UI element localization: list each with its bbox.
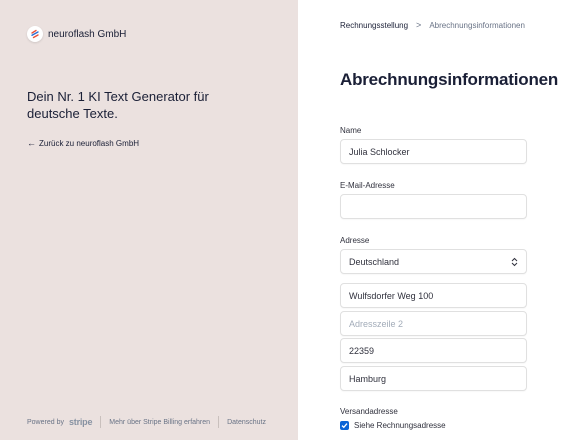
email-field[interactable] xyxy=(340,194,527,219)
company-name: neuroflash GmbH xyxy=(48,28,127,40)
same-as-billing-option: Siehe Rechnungsadresse xyxy=(340,421,446,430)
breadcrumb-current: Abrechnungsinformationen xyxy=(429,20,525,30)
footer: Powered by stripe Mehr über Stripe Billi… xyxy=(27,416,266,428)
address-label: Adresse xyxy=(340,236,370,245)
address-line2-field[interactable] xyxy=(340,311,527,336)
name-field[interactable] xyxy=(340,139,527,164)
chevron-up-down-icon xyxy=(511,257,518,267)
product-tagline: Dein Nr. 1 KI Text Generator für deutsch… xyxy=(27,89,209,121)
footer-divider xyxy=(100,416,102,428)
country-value: Deutschland xyxy=(349,256,400,267)
breadcrumb-billing[interactable]: Rechnungsstellung xyxy=(340,21,408,30)
stripe-logo[interactable]: stripe xyxy=(69,417,93,427)
same-as-billing-label: Siehe Rechnungsadresse xyxy=(354,421,446,430)
name-label: Name xyxy=(340,126,362,135)
postal-code-field[interactable] xyxy=(340,338,527,363)
same-as-billing-checkbox[interactable] xyxy=(340,421,349,430)
country-select[interactable]: Deutschland xyxy=(340,249,527,274)
privacy-link[interactable]: Datenschutz xyxy=(227,419,266,426)
address-line1-field[interactable] xyxy=(340,283,527,308)
checkmark-icon xyxy=(341,423,348,429)
email-label: E-Mail-Adresse xyxy=(340,181,395,190)
neuroflash-logo-icon xyxy=(27,26,43,42)
shipping-label: Versandadresse xyxy=(340,407,398,416)
back-to-merchant-link[interactable]: ← Zurück zu neuroflash GmbH xyxy=(27,138,139,148)
page-title: Abrechnungsinformationen xyxy=(340,70,559,89)
brand-panel: neuroflash GmbH Dein Nr. 1 KI Text Gener… xyxy=(0,0,298,440)
back-link-label: Zurück zu neuroflash GmbH xyxy=(39,138,140,148)
breadcrumb: Rechnungsstellung > Abrechnungsinformati… xyxy=(340,20,525,30)
chevron-right-icon: > xyxy=(416,20,422,30)
powered-by-text: Powered by xyxy=(27,418,64,426)
city-field[interactable] xyxy=(340,366,527,391)
arrow-left-icon: ← xyxy=(27,138,36,148)
company-header: neuroflash GmbH xyxy=(27,26,126,42)
footer-divider xyxy=(218,416,220,428)
stripe-billing-link[interactable]: Mehr über Stripe Billing erfahren xyxy=(109,419,210,426)
billing-form-panel: Rechnungsstellung > Abrechnungsinformati… xyxy=(298,0,565,440)
